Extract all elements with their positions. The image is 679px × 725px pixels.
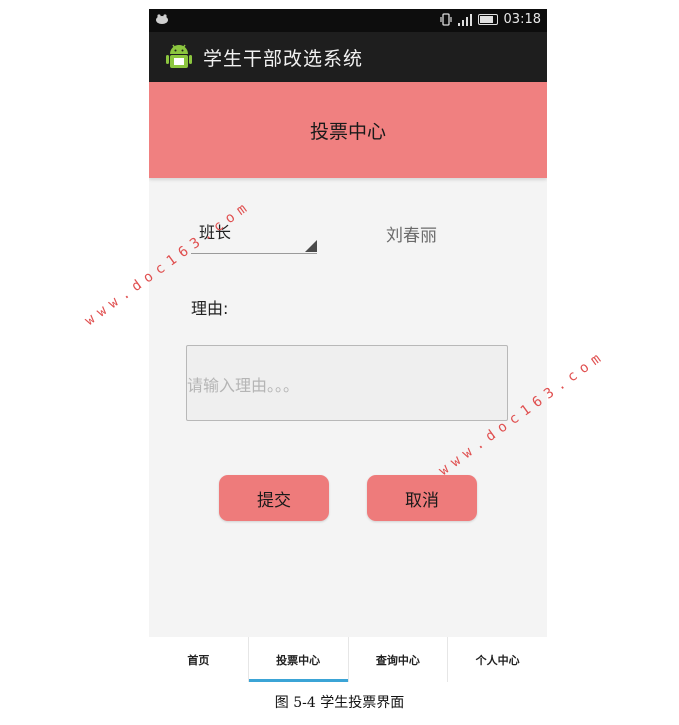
battery-icon bbox=[477, 14, 498, 25]
dropdown-triangle-icon bbox=[305, 240, 317, 252]
figure-caption: 图 5-4 学生投票界面 bbox=[274, 695, 405, 711]
bottom-navigation: 首页 投票中心 查询中心 个人中心 bbox=[149, 637, 547, 682]
tab-vote-center[interactable]: 投票中心 bbox=[247, 637, 348, 682]
vibrate-icon bbox=[439, 13, 452, 26]
app-title: 学生干部改选系统 bbox=[203, 47, 364, 70]
cancel-button-label: 取消 bbox=[405, 490, 439, 511]
tab-label: 首页 bbox=[187, 653, 210, 667]
phone-screen: 03:18 学生干部改选系统 投票中心 班长 刘春丽 理由: 提交 取消 首页 bbox=[149, 9, 547, 682]
signal-icon bbox=[457, 13, 472, 26]
tab-label: 投票中心 bbox=[276, 653, 321, 667]
tab-home[interactable]: 首页 bbox=[149, 637, 248, 682]
tab-label: 查询中心 bbox=[375, 653, 420, 667]
cancel-button[interactable]: 取消 bbox=[367, 475, 477, 521]
tab-personal-center[interactable]: 个人中心 bbox=[447, 637, 547, 682]
candidate-name: 刘春丽 bbox=[386, 226, 437, 246]
android-cat-icon bbox=[156, 14, 168, 24]
page-title: 投票中心 bbox=[309, 120, 386, 143]
action-bar: 学生干部改选系统 bbox=[149, 32, 547, 82]
android-robot-icon bbox=[166, 44, 192, 68]
submit-button-label: 提交 bbox=[257, 490, 291, 511]
page-header-banner: 投票中心 bbox=[149, 82, 547, 178]
reason-input[interactable] bbox=[186, 345, 508, 421]
status-bar: 03:18 bbox=[149, 9, 547, 32]
reason-label: 理由: bbox=[191, 299, 229, 318]
status-time: 03:18 bbox=[503, 12, 541, 27]
submit-button[interactable]: 提交 bbox=[219, 475, 329, 521]
tab-query-center[interactable]: 查询中心 bbox=[347, 637, 448, 682]
tab-label: 个人中心 bbox=[475, 653, 520, 667]
